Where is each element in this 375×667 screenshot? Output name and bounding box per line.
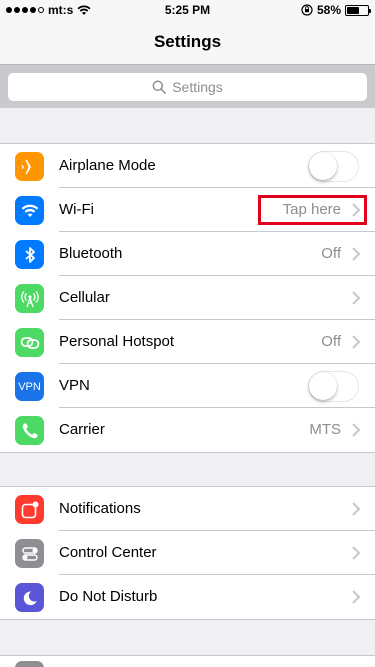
settings-row-personal-hotspot[interactable]: Personal Hotspot Off (0, 320, 375, 364)
settings-row-bluetooth[interactable]: Bluetooth Off (0, 232, 375, 276)
vpn-icon: VPN (15, 372, 44, 401)
battery-icon (345, 4, 371, 16)
settings-row-vpn[interactable]: VPN VPN (0, 364, 375, 408)
settings-row-wifi[interactable]: Wi-Fi Tap here (0, 188, 375, 232)
settings-row-carrier[interactable]: Carrier MTS (0, 408, 375, 452)
search-icon (152, 80, 167, 94)
settings-row-airplane-mode[interactable]: Airplane Mode (0, 144, 375, 188)
row-detail: Off (321, 245, 341, 262)
row-label: VPN (59, 377, 90, 394)
chevron-right-icon (352, 546, 361, 560)
settings-row-control-center[interactable]: Control Center (0, 531, 375, 575)
row-label: Personal Hotspot (59, 333, 175, 350)
connectivity-group: Airplane Mode Wi-Fi Tap here Bluetooth O… (0, 143, 375, 453)
row-label: Control Center (59, 544, 157, 561)
airplane-mode-toggle[interactable] (308, 151, 359, 182)
chevron-right-icon (352, 423, 361, 437)
airplane-icon (15, 152, 44, 181)
row-label: Notifications (59, 500, 141, 517)
gear-icon (15, 661, 44, 667)
phone-icon (15, 416, 44, 445)
wifi-icon (15, 196, 44, 225)
chevron-right-icon (352, 590, 361, 604)
row-detail: Off (321, 333, 341, 350)
chevron-right-icon (352, 247, 361, 261)
row-label: Do Not Disturb (59, 588, 158, 605)
search-placeholder: Settings (172, 79, 223, 95)
hotspot-icon (15, 328, 44, 357)
navigation-bar: Settings (0, 20, 375, 64)
bluetooth-icon (15, 240, 44, 269)
settings-row-do-not-disturb[interactable]: Do Not Disturb (0, 575, 375, 619)
row-detail: MTS (309, 421, 341, 438)
system-group: Notifications Control Center Do Not Dist… (0, 486, 375, 620)
chevron-right-icon (352, 291, 361, 305)
vpn-toggle[interactable] (308, 371, 359, 402)
settings-row-notifications[interactable]: Notifications (0, 487, 375, 531)
row-label: Cellular (59, 289, 110, 306)
vpn-icon-text: VPN (18, 380, 41, 393)
next-group-partial (0, 655, 375, 667)
status-bar: mt:s 5:25 PM 58% (0, 0, 375, 20)
chevron-right-icon (352, 335, 361, 349)
page-title: Settings (153, 32, 222, 51)
row-label: Wi-Fi (59, 201, 94, 218)
settings-row-cellular[interactable]: Cellular (0, 276, 375, 320)
row-label: Carrier (59, 421, 105, 438)
orientation-lock-icon (301, 4, 313, 16)
notifications-icon (15, 495, 44, 524)
search-bar: Settings (0, 64, 375, 108)
row-label: Bluetooth (59, 245, 123, 262)
tap-here-highlight (258, 195, 367, 225)
moon-icon (15, 583, 44, 612)
search-input[interactable]: Settings (8, 73, 367, 101)
status-right: 58% (301, 3, 371, 17)
cellular-icon (15, 284, 44, 313)
row-label: Airplane Mode (59, 157, 156, 174)
control-center-icon (15, 539, 44, 568)
chevron-right-icon (352, 502, 361, 516)
battery-percent: 58% (316, 3, 341, 17)
